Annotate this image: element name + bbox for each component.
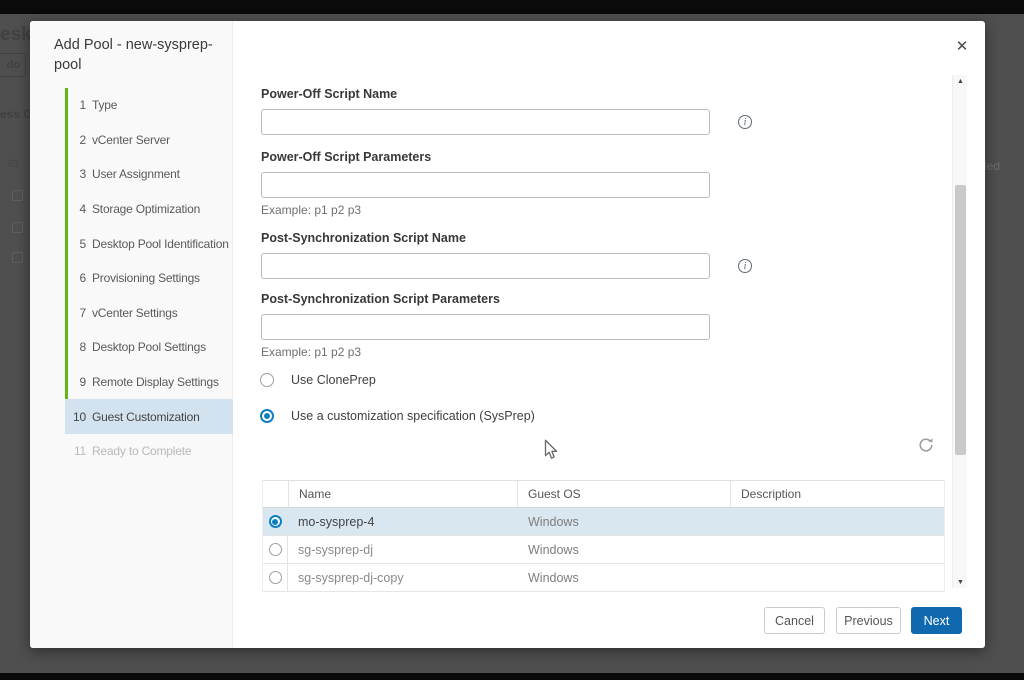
wizard-step-ready-to-complete: 11 Ready to Complete bbox=[65, 434, 233, 469]
step-label: vCenter Server bbox=[92, 133, 170, 147]
wizard-step-desktop-pool-identification[interactable]: 5 Desktop Pool Identification bbox=[65, 226, 233, 261]
step-number: 9 bbox=[71, 375, 86, 389]
cancel-button[interactable]: Cancel bbox=[764, 607, 825, 634]
step-label: User Assignment bbox=[92, 167, 180, 181]
next-button[interactable]: Next bbox=[911, 607, 962, 634]
screen-top-bezel bbox=[0, 0, 1024, 14]
background-checkbox bbox=[12, 222, 23, 233]
table-row[interactable]: sg-sysprep-dj-copy Windows bbox=[263, 564, 944, 592]
scrollbar-up-icon[interactable]: ▲ bbox=[953, 75, 968, 87]
step-label: Ready to Complete bbox=[92, 444, 191, 458]
customization-spec-table: Name Guest OS Description mo-sysprep-4 W… bbox=[262, 480, 945, 592]
row-radio[interactable] bbox=[263, 508, 288, 535]
post-sync-script-parameters-label: Post-Synchronization Script Parameters bbox=[261, 292, 500, 306]
wizard-step-content: ✕ Power-Off Script Name i Power-Off Scri… bbox=[233, 21, 985, 648]
power-off-parameters-hint: Example: p1 p2 p3 bbox=[261, 203, 361, 217]
step-number: 8 bbox=[71, 340, 86, 354]
step-number: 4 bbox=[71, 202, 86, 216]
wizard-step-type[interactable]: 1 Type bbox=[65, 88, 233, 123]
scrollbar-thumb[interactable] bbox=[955, 185, 966, 455]
add-pool-dialog: Add Pool - new-sysprep-pool 1 Type 2 vCent… bbox=[30, 21, 985, 648]
wizard-step-user-assignment[interactable]: 3 User Assignment bbox=[65, 157, 233, 192]
spec-name-cell: sg-sysprep-dj bbox=[288, 543, 517, 557]
table-row[interactable]: sg-sysprep-dj Windows bbox=[263, 536, 944, 564]
previous-button[interactable]: Previous bbox=[836, 607, 901, 634]
step-label: Remote Display Settings bbox=[92, 375, 219, 389]
spec-name-cell: sg-sysprep-dj-copy bbox=[288, 571, 517, 585]
step-label: Desktop Pool Settings bbox=[92, 340, 206, 354]
use-cloneprep-radio[interactable]: Use ClonePrep bbox=[260, 373, 376, 387]
row-radio[interactable] bbox=[263, 564, 288, 591]
step-number: 2 bbox=[71, 133, 86, 147]
use-sysprep-radio[interactable]: Use a customization specification (SysPr… bbox=[260, 409, 535, 423]
power-off-script-parameters-input[interactable] bbox=[261, 172, 710, 198]
background-enabled-column-fragment: led bbox=[984, 159, 1000, 173]
spec-name-cell: mo-sysprep-4 bbox=[288, 515, 517, 529]
step-label: vCenter Settings bbox=[92, 306, 178, 320]
step-number: 5 bbox=[71, 237, 86, 251]
close-icon[interactable]: ✕ bbox=[949, 33, 975, 59]
vertical-scrollbar[interactable]: ▲ ▼ bbox=[952, 75, 967, 588]
radio-circle-icon bbox=[260, 409, 274, 423]
wizard-step-guest-customization[interactable]: 10 Guest Customization bbox=[65, 399, 233, 434]
step-label: Desktop Pool Identification bbox=[92, 237, 229, 251]
wizard-step-provisioning-settings[interactable]: 6 Provisioning Settings bbox=[65, 261, 233, 296]
row-radio[interactable] bbox=[263, 536, 288, 563]
background-button-fragment: do bbox=[0, 53, 26, 77]
step-label: Guest Customization bbox=[92, 410, 200, 424]
post-sync-script-parameters-input[interactable] bbox=[261, 314, 710, 340]
column-header-guest-os[interactable]: Guest OS bbox=[517, 481, 730, 507]
step-number: 7 bbox=[71, 306, 86, 320]
power-off-script-parameters-label: Power-Off Script Parameters bbox=[261, 150, 431, 164]
radio-circle-icon bbox=[269, 571, 282, 584]
background-checkbox bbox=[12, 252, 23, 263]
mouse-cursor bbox=[543, 439, 559, 466]
refresh-icon[interactable] bbox=[917, 436, 935, 454]
post-sync-script-name-label: Post-Synchronization Script Name bbox=[261, 231, 466, 245]
guest-os-cell: Windows bbox=[517, 515, 730, 529]
wizard-step-vcenter-server[interactable]: 2 vCenter Server bbox=[65, 123, 233, 158]
table-header-row: Name Guest OS Description bbox=[263, 481, 944, 508]
step-label: Provisioning Settings bbox=[92, 271, 200, 285]
step-number: 1 bbox=[71, 98, 86, 112]
step-number: 6 bbox=[71, 271, 86, 285]
step-number: 11 bbox=[71, 444, 86, 458]
scrollbar-down-icon[interactable]: ▼ bbox=[953, 576, 968, 588]
column-header-name[interactable]: Name bbox=[288, 481, 517, 507]
guest-os-cell: Windows bbox=[517, 571, 730, 585]
wizard-step-remote-display-settings[interactable]: 9 Remote Display Settings bbox=[65, 365, 233, 400]
wizard-step-vcenter-settings[interactable]: 7 vCenter Settings bbox=[65, 296, 233, 331]
info-icon[interactable]: i bbox=[738, 115, 752, 129]
background-column-fragment: ID bbox=[8, 158, 19, 170]
guest-os-cell: Windows bbox=[517, 543, 730, 557]
step-label: Storage Optimization bbox=[92, 202, 200, 216]
wizard-sidebar: Add Pool - new-sysprep-pool 1 Type 2 vCent… bbox=[30, 21, 233, 648]
table-row[interactable]: mo-sysprep-4 Windows bbox=[263, 508, 944, 536]
power-off-script-name-label: Power-Off Script Name bbox=[261, 87, 397, 101]
power-off-script-name-input[interactable] bbox=[261, 109, 710, 135]
radio-label: Use ClonePrep bbox=[291, 373, 376, 387]
column-header-description[interactable]: Description bbox=[730, 481, 944, 507]
step-number: 10 bbox=[71, 410, 86, 424]
info-icon[interactable]: i bbox=[738, 259, 752, 273]
dialog-title: Add Pool - new-sysprep-pool bbox=[54, 36, 229, 75]
radio-circle-icon bbox=[269, 515, 282, 528]
screen-bottom-bezel bbox=[0, 673, 1024, 680]
step-number: 3 bbox=[71, 167, 86, 181]
wizard-step-desktop-pool-settings[interactable]: 8 Desktop Pool Settings bbox=[65, 330, 233, 365]
post-sync-parameters-hint: Example: p1 p2 p3 bbox=[261, 345, 361, 359]
step-label: Type bbox=[92, 98, 117, 112]
radio-column-header bbox=[263, 481, 288, 507]
background-checkbox bbox=[12, 190, 23, 201]
radio-circle-icon bbox=[260, 373, 274, 387]
wizard-step-list: 1 Type 2 vCenter Server 3 User Assignment 4… bbox=[65, 88, 233, 469]
post-sync-script-name-input[interactable] bbox=[261, 253, 710, 279]
wizard-step-storage-optimization[interactable]: 4 Storage Optimization bbox=[65, 192, 233, 227]
radio-circle-icon bbox=[269, 543, 282, 556]
radio-label: Use a customization specification (SysPr… bbox=[291, 409, 535, 423]
